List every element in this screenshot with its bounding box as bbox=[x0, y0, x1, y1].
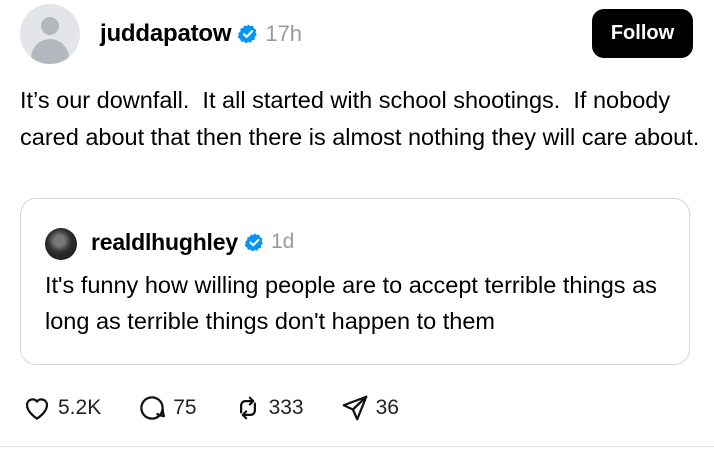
thread-post: juddapatow 17h Follow It’s our downfall.… bbox=[0, 0, 714, 453]
post-timestamp: 17h bbox=[265, 21, 303, 46]
reply-button[interactable]: 75 bbox=[137, 393, 197, 423]
repost-icon bbox=[239, 396, 256, 420]
quoted-author-username[interactable]: realdlhughley bbox=[91, 229, 238, 256]
reply-icon bbox=[140, 396, 166, 420]
quoted-author-avatar[interactable] bbox=[45, 228, 77, 260]
author-username[interactable]: juddapatow bbox=[100, 20, 232, 48]
verified-badge-icon bbox=[238, 24, 258, 44]
like-button[interactable]: 5.2K bbox=[22, 393, 101, 423]
quoted-post-text: It's funny how willing people are to acc… bbox=[45, 272, 657, 334]
repost-count: 333 bbox=[268, 396, 304, 419]
follow-button[interactable]: Follow bbox=[592, 9, 693, 58]
avatar-head-shape bbox=[41, 17, 59, 35]
share-count: 36 bbox=[375, 396, 399, 419]
author-avatar[interactable] bbox=[20, 4, 80, 64]
quoted-post-timestamp: 1d bbox=[270, 230, 295, 253]
action-bar: 5.2K 75 333 36 bbox=[22, 392, 435, 424]
share-button[interactable]: 36 bbox=[340, 393, 399, 423]
post-header: juddapatow 17h bbox=[100, 18, 302, 50]
repost-button[interactable]: 333 bbox=[233, 393, 304, 423]
quoted-post-header: realdlhughley 1d bbox=[91, 227, 294, 257]
post-divider bbox=[0, 446, 714, 447]
heart-icon bbox=[25, 398, 49, 420]
quoted-post[interactable]: realdlhughley 1d It's funny how willing … bbox=[20, 198, 690, 365]
post-text: It’s our downfall. It all started with s… bbox=[20, 87, 700, 150]
share-icon bbox=[342, 395, 367, 421]
verified-badge-icon bbox=[244, 232, 263, 251]
reply-count: 75 bbox=[173, 396, 197, 419]
avatar-shoulders-shape bbox=[31, 39, 69, 64]
like-count: 5.2K bbox=[58, 396, 102, 419]
